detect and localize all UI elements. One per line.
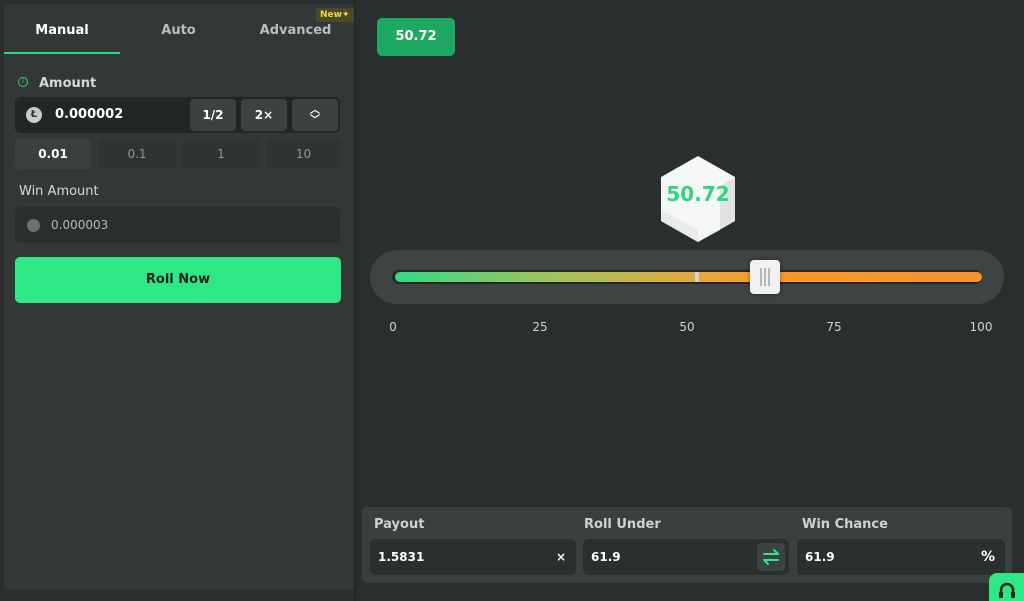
win-chance-value[interactable]: 61.9 <box>805 539 835 575</box>
panel-divider <box>354 0 356 601</box>
amount-input-group: 0.000002 1/2 2× ︿ ﹀ <box>15 97 340 133</box>
preset-1[interactable]: 1 <box>182 139 260 169</box>
mode-tabs: Manual Auto Advanced New✦ <box>4 4 354 54</box>
swap-arrows-icon <box>763 549 779 565</box>
preset-0-1[interactable]: 0.1 <box>98 139 176 169</box>
bet-panel: Manual Auto Advanced New✦ i Amount 0.000… <box>4 4 354 590</box>
roll-now-button[interactable]: Roll Now <box>15 257 341 303</box>
payout-label: Payout <box>374 517 425 532</box>
preset-0-01[interactable]: 0.01 <box>15 139 91 169</box>
win-amount-label: Win Amount <box>19 184 99 199</box>
roll-under-value[interactable]: 61.9 <box>591 539 621 575</box>
grip-line <box>760 268 762 286</box>
double-amount-button[interactable]: 2× <box>241 99 287 131</box>
tick-label-25: 25 <box>532 320 548 334</box>
roll-under-label: Roll Under <box>584 517 661 532</box>
result-marker <box>695 272 699 282</box>
grip-line <box>768 268 770 286</box>
coin-icon <box>27 219 40 232</box>
active-tab-indicator <box>4 52 120 54</box>
roll-slider-handle[interactable] <box>750 260 780 294</box>
win-chance-label: Win Chance <box>802 517 888 532</box>
sparkle-icon: ✦ <box>341 10 350 20</box>
litecoin-icon <box>26 107 42 123</box>
swap-roll-button[interactable] <box>757 543 785 571</box>
tick-label-0: 0 <box>389 320 397 334</box>
half-amount-button[interactable]: 1/2 <box>190 99 236 131</box>
tick-label-100: 100 <box>969 320 993 334</box>
tick-label-50: 50 <box>679 320 695 334</box>
amount-stepper[interactable]: ︿ ﹀ <box>292 99 338 131</box>
last-result-badge: 50.72 <box>377 18 455 56</box>
tab-manual[interactable]: Manual <box>4 4 120 54</box>
win-amount-field: 0.000003 <box>15 207 340 243</box>
amount-label: Amount <box>39 76 97 91</box>
new-badge-label: New <box>320 10 342 20</box>
amount-input[interactable]: 0.000002 <box>55 97 123 133</box>
percent-icon: % <box>980 549 995 565</box>
tick-label-75: 75 <box>826 320 842 334</box>
support-button[interactable] <box>989 573 1024 601</box>
payout-field[interactable]: 1.5831 × <box>370 539 576 575</box>
grip-line <box>764 268 766 286</box>
win-amount-value: 0.000003 <box>51 218 109 232</box>
roll-under-field[interactable]: 61.9 <box>583 539 789 575</box>
roll-slider-fill <box>395 272 982 282</box>
dice-value: 50.72 <box>666 182 730 206</box>
tab-auto[interactable]: Auto <box>120 4 237 54</box>
win-chance-field[interactable]: 61.9 % <box>797 539 1005 575</box>
info-icon[interactable]: i <box>18 77 28 87</box>
payout-value[interactable]: 1.5831 <box>378 539 424 575</box>
chevron-down-icon[interactable]: ﹀ <box>292 116 338 126</box>
dice-result: 50.72 <box>658 154 738 244</box>
new-badge: New✦ <box>316 8 354 22</box>
multiplier-icon: × <box>555 550 566 564</box>
preset-10[interactable]: 10 <box>266 139 341 169</box>
headset-icon <box>999 582 1015 598</box>
